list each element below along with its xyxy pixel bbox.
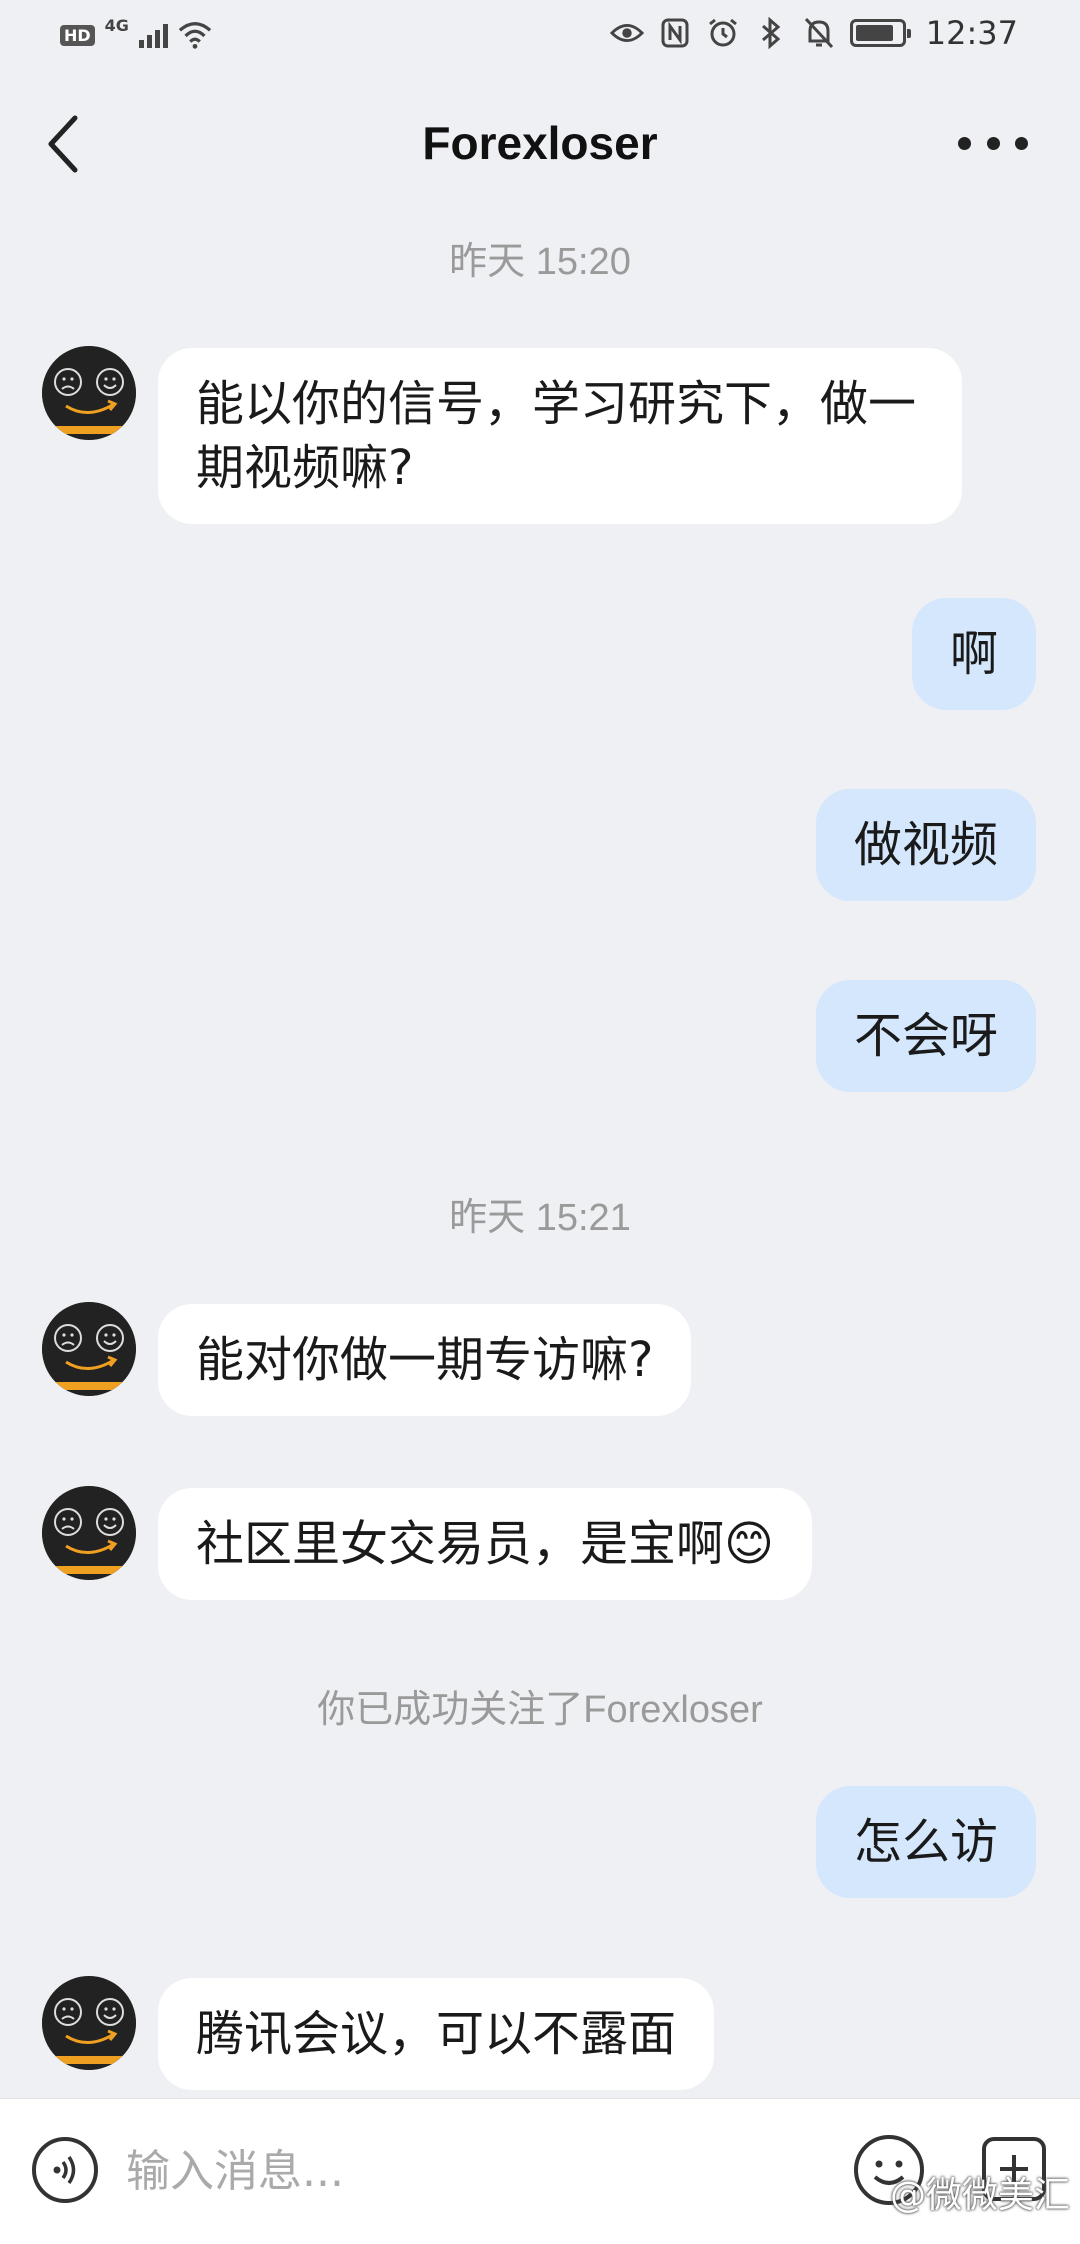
chat-title: Forexloser [422,117,658,169]
timestamp: 昨天 15:20 [449,241,631,283]
message-input[interactable] [126,2129,826,2213]
system-notice: 你已成功关注了Forexloser [317,1689,763,1731]
status-right: 12:37 [609,14,1018,52]
avatar[interactable] [42,1976,136,2070]
message-bubble-in[interactable]: 腾讯会议，可以不露面 [158,1978,715,2090]
battery-icon [849,19,911,47]
mute-icon [802,16,836,50]
message-bubble-out[interactable]: 怎么访 [815,1786,1036,1898]
alarm-icon [706,16,740,50]
avatar[interactable] [42,1302,136,1396]
bluetooth-icon [754,16,788,50]
avatar[interactable] [42,346,136,440]
timestamp: 昨天 15:21 [449,1197,631,1239]
message-bubble-out[interactable]: 啊 [911,598,1036,710]
status-left: HD 4G [60,16,212,52]
watermark: @微微美汇 [889,2175,1070,2216]
message-bubble-out[interactable]: 不会呀 [815,980,1036,1092]
voice-icon [53,2156,76,2184]
network-type: 4G [104,16,129,35]
wifi-icon [178,18,212,52]
message-bubble-out[interactable]: 做视频 [815,789,1036,901]
more-button[interactable] [958,128,1028,158]
voice-button[interactable] [32,2137,98,2203]
chat-header: Forexloser [0,88,1080,198]
nfc-icon [658,16,692,50]
message-bubble-in[interactable]: 能以你的信号，学习研究下，做一期视频嘛? [158,348,962,524]
more-dots-icon [958,136,971,150]
avatar[interactable] [42,1486,136,1580]
clock: 12:37 [925,14,1018,52]
eye-icon [609,16,644,50]
signal-icon [138,22,168,48]
message-bubble-in[interactable]: 社区里女交易员，是宝啊😊 [158,1488,813,1600]
message-bubble-in[interactable]: 能对你做一期专访嘛? [158,1304,692,1416]
hd-badge: HD [60,24,95,46]
status-bar: HD 4G 12:37 [0,0,1080,72]
